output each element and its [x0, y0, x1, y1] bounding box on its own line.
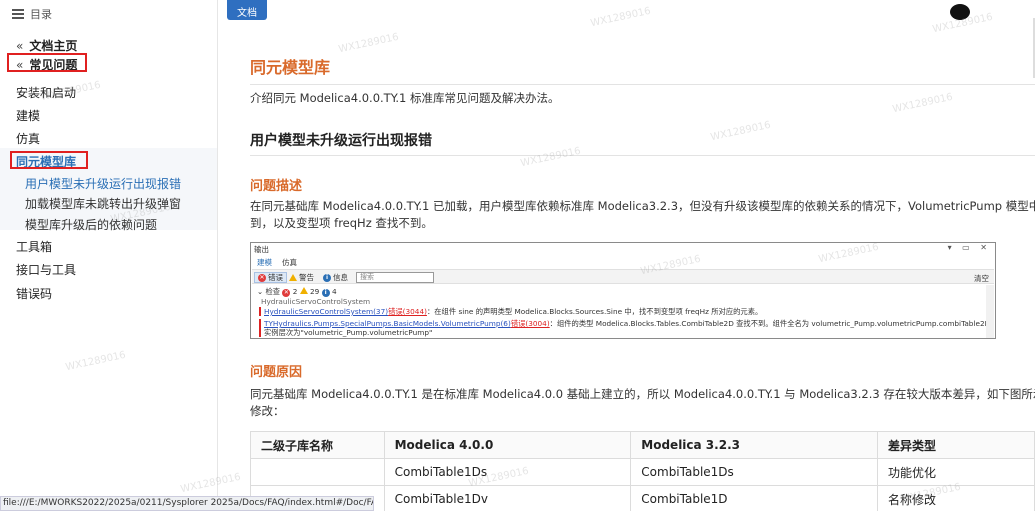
sidebar-subitem-no-upgrade-popup[interactable]: 加载模型库未跳转出升级弹窗	[25, 195, 181, 212]
error-icon: ✕	[282, 289, 291, 297]
table-cell: CombiTable1Ds	[383, 458, 632, 486]
output-scrollbar	[986, 285, 994, 338]
menu-icon	[12, 9, 24, 19]
table-cell: 功能优化	[876, 458, 1035, 486]
sidebar-item-modeling[interactable]: 建模	[16, 107, 40, 124]
col-header-mod400: Modelica 4.0.0	[383, 431, 632, 459]
check-summary: ⌄ 检查 ✕ 2 29 i 4	[257, 287, 337, 297]
back-home-label: 文档主页	[29, 39, 78, 53]
filter-warning: 警告	[286, 272, 317, 283]
table-cell: CombiTable1Ds	[630, 458, 878, 486]
sidebar: 目录 « 文档主页 « 常见问题 安装和启动 建模 仿真 同元模型库 用户模型未…	[0, 0, 218, 511]
section-title: 用户模型未升级运行出现报错	[250, 133, 432, 149]
error-line-2-instance: 实例层次为"volumetric_Pump.volumetricPump"	[264, 328, 433, 337]
output-title: 输出	[254, 245, 269, 254]
cause-text-line-2: 修改：	[250, 404, 285, 418]
filter-error: ✕ 错误	[254, 272, 287, 283]
sidebar-item-simulation[interactable]: 仿真	[16, 130, 40, 147]
sidebar-item-toolbox[interactable]: 工具箱	[16, 238, 52, 255]
status-bar-url: file:///E:/MWORKS2022/2025a/0211/Sysplor…	[0, 496, 374, 511]
table-cell: CombiTable1Dv	[383, 485, 632, 511]
error-line-1: HydraulicServoControlSystem(37)错误(3044)：…	[264, 307, 763, 316]
sidebar-item-error-codes[interactable]: 错误码	[16, 285, 52, 302]
cause-text-line-1: 同元基础库 Modelica4.0.0.TY.1 是在标准库 Modelica4…	[250, 387, 1035, 401]
problem-heading: 问题描述	[250, 179, 303, 194]
window-controls: ▾ ▭ ✕	[947, 243, 991, 252]
model-name: HydraulicServoControlSystem	[261, 297, 371, 306]
docs-button[interactable]: 文档	[227, 0, 267, 20]
highlight-box-library	[10, 151, 88, 169]
warning-icon	[299, 287, 308, 294]
error-icon: ✕	[258, 273, 266, 282]
problem-text-line-2: 到，以及变型项 freqHz 查找不到。	[250, 216, 433, 230]
output-search: 搜索	[356, 272, 434, 283]
main-content: 文档 同元模型库 介绍同元 Modelica4.0.0.TY.1 标准库常见问题…	[219, 0, 1035, 511]
output-panel-screenshot: 输出 ▾ ▭ ✕ 建模 仿真 ✕ 错误 警告 i 信息 搜索 清空 ⌄ 检查 ✕ 2…	[250, 242, 996, 339]
double-chevron-left-icon: «	[16, 38, 24, 53]
info-icon: i	[323, 273, 331, 282]
title-divider	[250, 84, 1035, 85]
col-header-difftype: 差异类型	[876, 431, 1035, 459]
table-cell: CombiTable1D	[630, 485, 878, 511]
table-cell: 名称修改	[876, 485, 1035, 511]
output-toolbar: ✕ 错误 警告 i 信息 搜索 清空	[252, 269, 994, 284]
sidebar-item-install[interactable]: 安装和启动	[16, 84, 76, 101]
back-to-docs-home[interactable]: « 文档主页	[16, 37, 77, 54]
info-icon: i	[321, 289, 330, 297]
error-marker	[259, 319, 261, 337]
highlight-box-faq	[7, 53, 87, 72]
toc-header[interactable]: 目录	[12, 6, 52, 22]
table-row: CombiTable1Ds CombiTable1Ds 功能优化	[250, 458, 1035, 486]
filter-info: i 信息	[320, 272, 351, 283]
toc-label: 目录	[30, 8, 52, 21]
page-title: 同元模型库	[250, 58, 331, 77]
clear-button: 清空	[974, 274, 989, 283]
table-cell	[250, 458, 385, 486]
warning-icon	[289, 274, 297, 281]
error-marker	[259, 307, 261, 316]
github-icon[interactable]	[950, 4, 970, 20]
col-header-sublib: 二级子库名称	[250, 431, 385, 459]
col-header-mod323: Modelica 3.2.3	[630, 431, 878, 459]
docs-page: 目录 « 文档主页 « 常见问题 安装和启动 建模 仿真 同元模型库 用户模型未…	[0, 0, 1035, 511]
intro-text: 介绍同元 Modelica4.0.0.TY.1 标准库常见问题及解决办法。	[250, 91, 560, 105]
cause-heading: 问题原因	[250, 365, 303, 380]
problem-text-line-1: 在同元基础库 Modelica4.0.0.TY.1 已加载，用户模型库依赖标准库…	[250, 199, 1035, 213]
table-header-row: 二级子库名称 Modelica 4.0.0 Modelica 3.2.3 差异类…	[250, 431, 1035, 459]
sidebar-item-interfaces[interactable]: 接口与工具	[16, 261, 76, 278]
section-divider	[250, 155, 1035, 156]
sidebar-subitem-dependency-issue[interactable]: 模型库升级后的依赖问题	[25, 216, 157, 233]
sidebar-subitem-model-not-upgraded[interactable]: 用户模型未升级运行出现报错	[25, 175, 181, 192]
